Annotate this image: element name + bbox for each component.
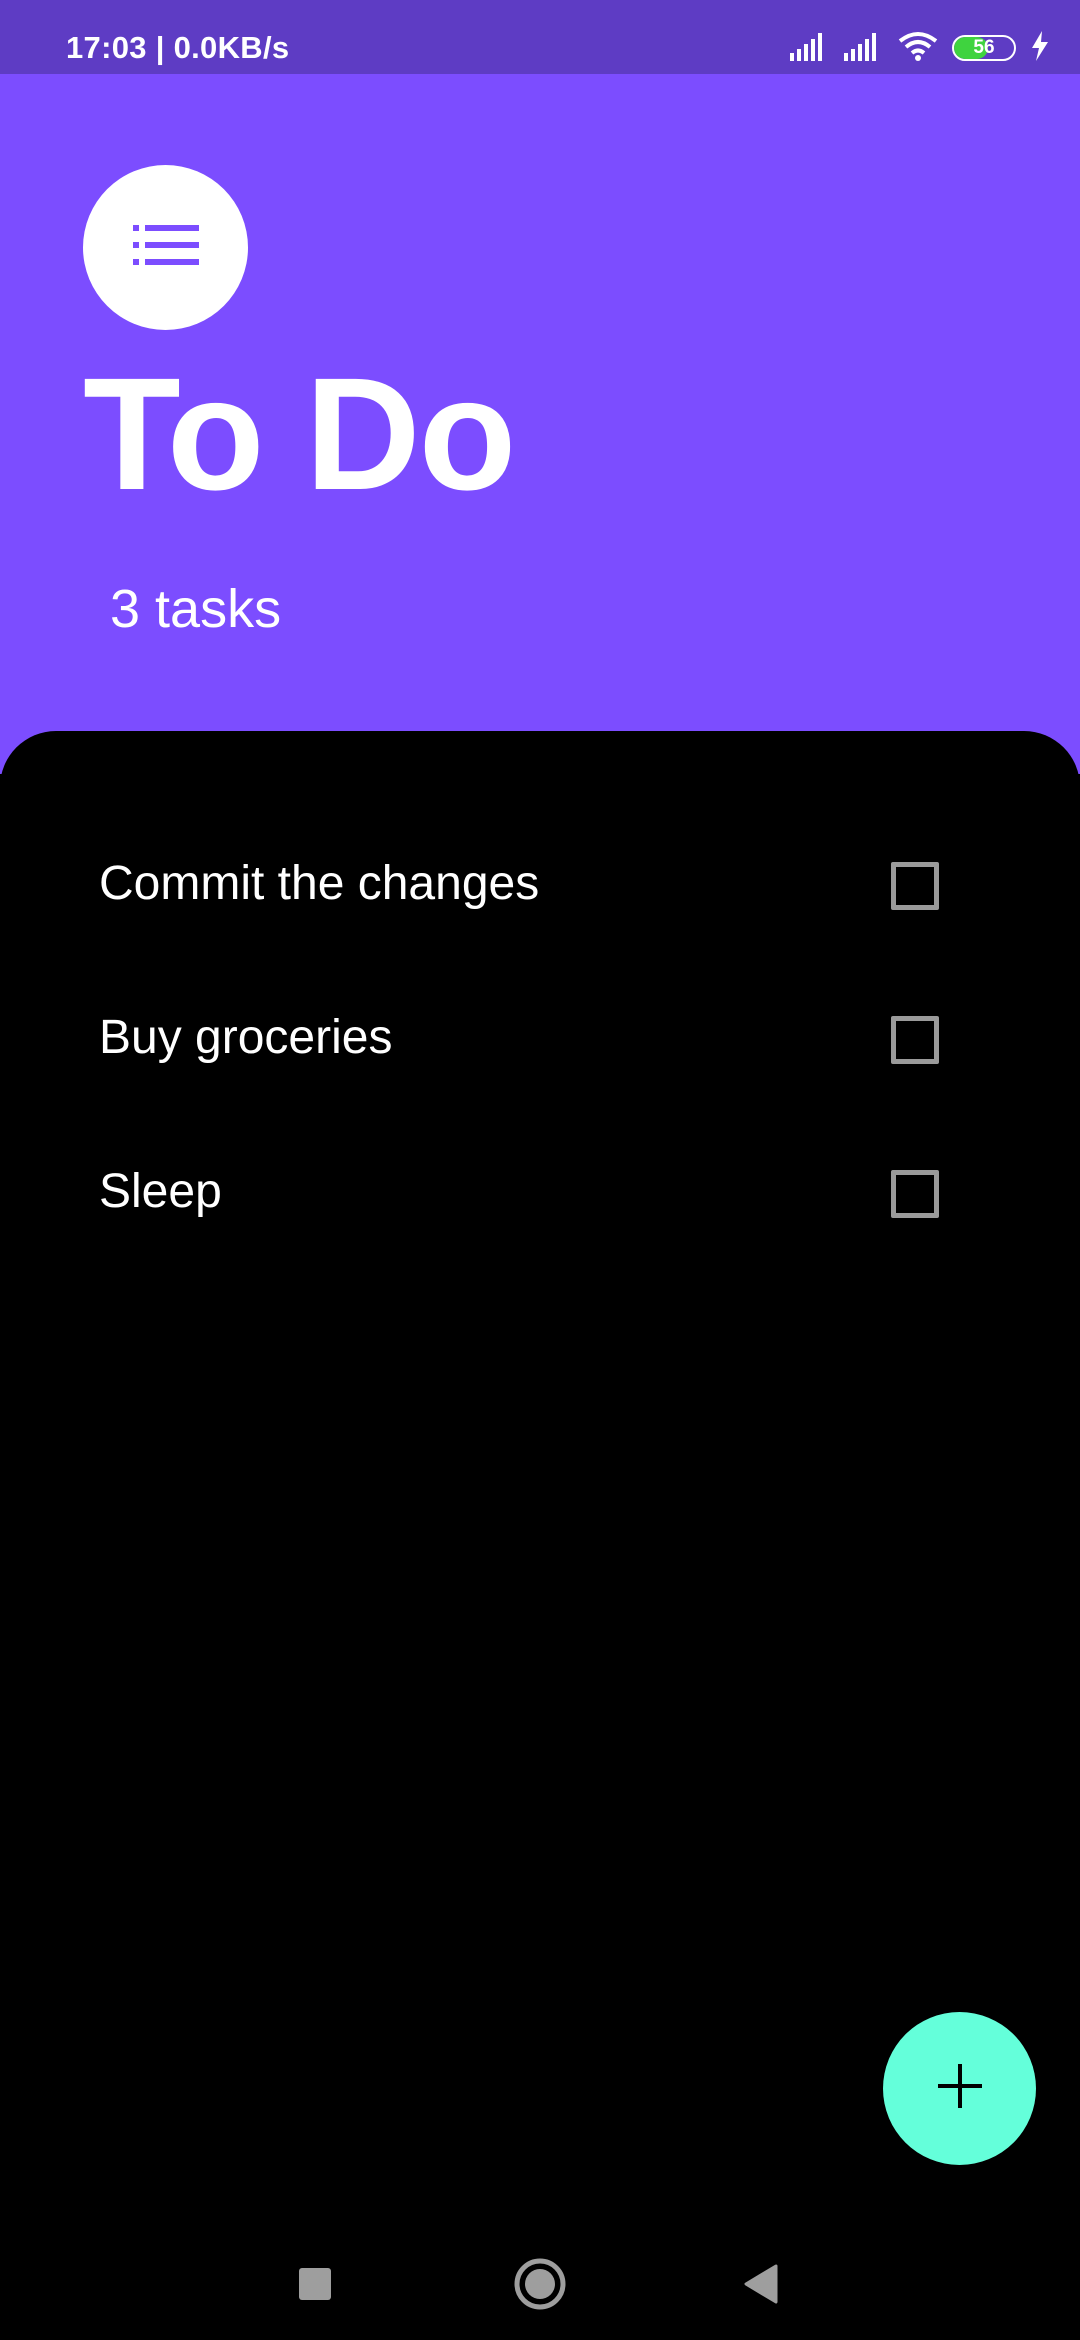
task-label: Sleep — [99, 1165, 222, 1218]
battery-icon: 56 — [952, 35, 1016, 61]
signal-icon — [844, 31, 884, 66]
task-label: Buy groceries — [99, 1011, 393, 1064]
task-checkbox[interactable] — [891, 1016, 939, 1064]
list-item[interactable]: Buy groceries — [0, 961, 1080, 1115]
wifi-icon — [898, 31, 938, 66]
task-checkbox[interactable] — [891, 1170, 939, 1218]
page-title: To Do — [83, 344, 516, 523]
list-item[interactable]: Sleep — [0, 1115, 1080, 1269]
add-task-button[interactable] — [883, 2012, 1036, 2165]
home-button[interactable] — [505, 2251, 575, 2321]
task-count: 3 tasks — [110, 579, 282, 639]
home-icon — [513, 2257, 567, 2316]
task-checkbox[interactable] — [891, 862, 939, 910]
recent-apps-button[interactable] — [280, 2251, 350, 2321]
task-list: Commit the changes Buy groceries Sleep — [0, 731, 1080, 2231]
plus-icon — [937, 2064, 982, 2113]
navigation-bar — [0, 2231, 1080, 2340]
charging-icon — [1030, 30, 1050, 66]
list-item[interactable]: Commit the changes — [0, 807, 1080, 961]
status-bar: 17:03 | 0.0KB/s 56 — [0, 0, 1080, 74]
signal-icon — [790, 31, 830, 66]
list-icon — [132, 223, 199, 272]
battery-level: 56 — [973, 37, 995, 58]
recent-apps-icon — [298, 2267, 332, 2306]
back-icon — [742, 2264, 778, 2309]
status-time-speed: 17:03 | 0.0KB/s — [66, 30, 290, 65]
list-avatar — [83, 165, 248, 330]
back-button[interactable] — [725, 2251, 795, 2321]
header: To Do 3 tasks — [0, 74, 1080, 774]
task-label: Commit the changes — [99, 857, 540, 910]
status-icons: 56 — [790, 28, 1050, 68]
